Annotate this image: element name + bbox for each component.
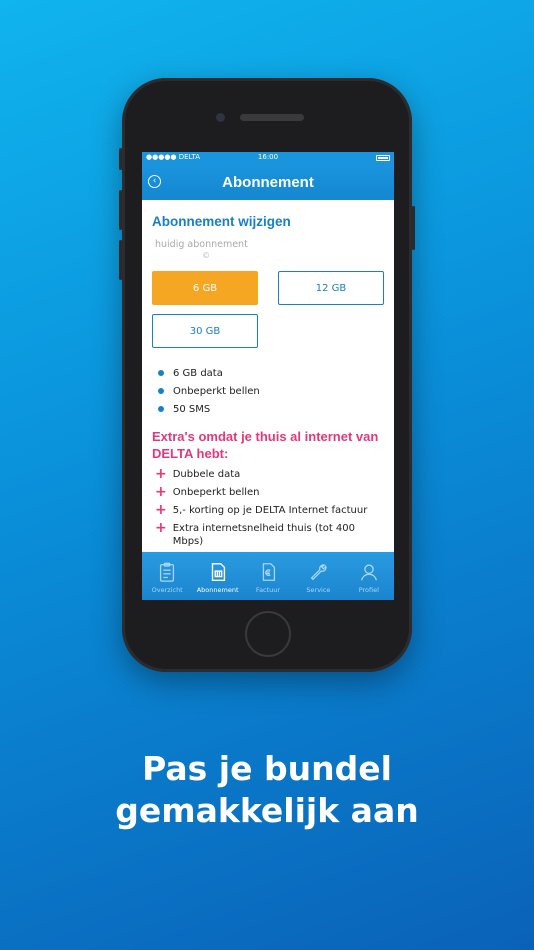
mute-switch — [119, 148, 122, 170]
tab-label: Overzicht — [151, 586, 183, 594]
tab-abonnement[interactable]: Abonnement — [192, 552, 242, 600]
plan-button-6gb[interactable]: 6 GB — [152, 271, 258, 305]
current-plan-indicator: © — [202, 251, 210, 260]
tab-factuur[interactable]: Factuur — [243, 552, 293, 600]
plan-button-30gb[interactable]: 30 GB — [152, 314, 258, 348]
invoice-icon — [262, 563, 276, 581]
list-item: 50 SMS — [158, 400, 384, 418]
battery-icon — [376, 155, 390, 161]
list-item: 6 GB data — [158, 364, 384, 382]
extra-text: 5,- korting op je DELTA Internet factuur — [172, 505, 368, 516]
current-plan-label: huidig abonnement — [155, 239, 248, 250]
extra-text: Extra internetsnelheid thuis (tot 400 Mb… — [172, 523, 356, 547]
plus-icon: + — [155, 502, 167, 518]
list-item: + Onbeperkt bellen — [155, 484, 384, 502]
app-screen: ●●●●● DELTA 16:00 ‹ Abonnement Abonnemen… — [142, 152, 394, 600]
plus-icon: + — [155, 466, 167, 482]
bullet-icon — [158, 370, 164, 376]
tagline-line-2: gemakkelijk aan — [115, 791, 419, 830]
plan-options: 6 GB 12 GB 30 GB — [152, 271, 384, 348]
phone-frame: ●●●●● DELTA 16:00 ‹ Abonnement Abonnemen… — [119, 78, 415, 672]
volume-up-button — [119, 190, 122, 230]
list-item: +5,- korting op je DELTA Internet factuu… — [155, 502, 384, 520]
extras-heading: Extra's omdat je thuis al internet van D… — [152, 429, 379, 461]
promo-tagline: Pas je bundel gemakkelijk aan — [0, 748, 534, 832]
tab-label: Service — [306, 586, 331, 594]
status-time: 16:00 — [257, 153, 279, 161]
tab-label: Profiel — [358, 586, 379, 594]
feature-text: Onbeperkt bellen — [173, 385, 260, 397]
extra-text: Dubbele data — [172, 469, 241, 480]
power-button — [412, 206, 415, 250]
plan-features: 6 GB data Onbeperkt bellen 50 SMS — [152, 364, 384, 418]
wrench-icon — [311, 564, 327, 581]
list-item: + Extra internetsnelheid thuis (tot 400 M… — [155, 520, 384, 548]
nav-bar: ‹ Abonnement — [142, 164, 394, 200]
tab-bar: Overzicht Abonnement Factuur Service Pro… — [142, 552, 394, 600]
status-bar: ●●●●● DELTA 16:00 — [142, 152, 394, 164]
plan-button-12gb[interactable]: 12 GB — [278, 271, 384, 305]
earpiece-speaker — [240, 114, 304, 121]
bullet-icon — [158, 406, 164, 412]
front-camera — [216, 113, 225, 122]
list-item: + Dubbele data — [155, 466, 384, 484]
section-heading: Abonnement wijzigen — [152, 214, 291, 229]
feature-text: 50 SMS — [173, 403, 211, 415]
plus-icon: + — [155, 520, 167, 536]
bullet-icon — [158, 388, 164, 394]
feature-text: 6 GB data — [173, 367, 223, 379]
tab-label: Abonnement — [196, 586, 239, 594]
tab-label: Factuur — [255, 586, 281, 594]
list-item: Onbeperkt bellen — [158, 382, 384, 400]
back-icon[interactable]: ‹ — [148, 175, 161, 188]
extras-list: + Dubbele data + Onbeperkt bellen +5,- kor… — [152, 466, 384, 548]
page-title: Abonnement — [222, 173, 314, 191]
sim-card-icon — [211, 563, 225, 581]
home-button[interactable] — [245, 611, 291, 657]
plus-icon: + — [155, 484, 167, 500]
tagline-line-1: Pas je bundel — [142, 749, 392, 788]
extra-text: Onbeperkt bellen — [172, 487, 260, 498]
profile-icon — [360, 564, 377, 581]
main-content: Abonnement wijzigen huidig abonnement © … — [142, 200, 394, 552]
tab-overzicht[interactable]: Overzicht — [142, 552, 192, 600]
tab-profiel[interactable]: Profiel — [344, 552, 394, 600]
volume-down-button — [119, 240, 122, 280]
clipboard-icon — [160, 562, 175, 582]
tab-service[interactable]: Service — [293, 552, 343, 600]
